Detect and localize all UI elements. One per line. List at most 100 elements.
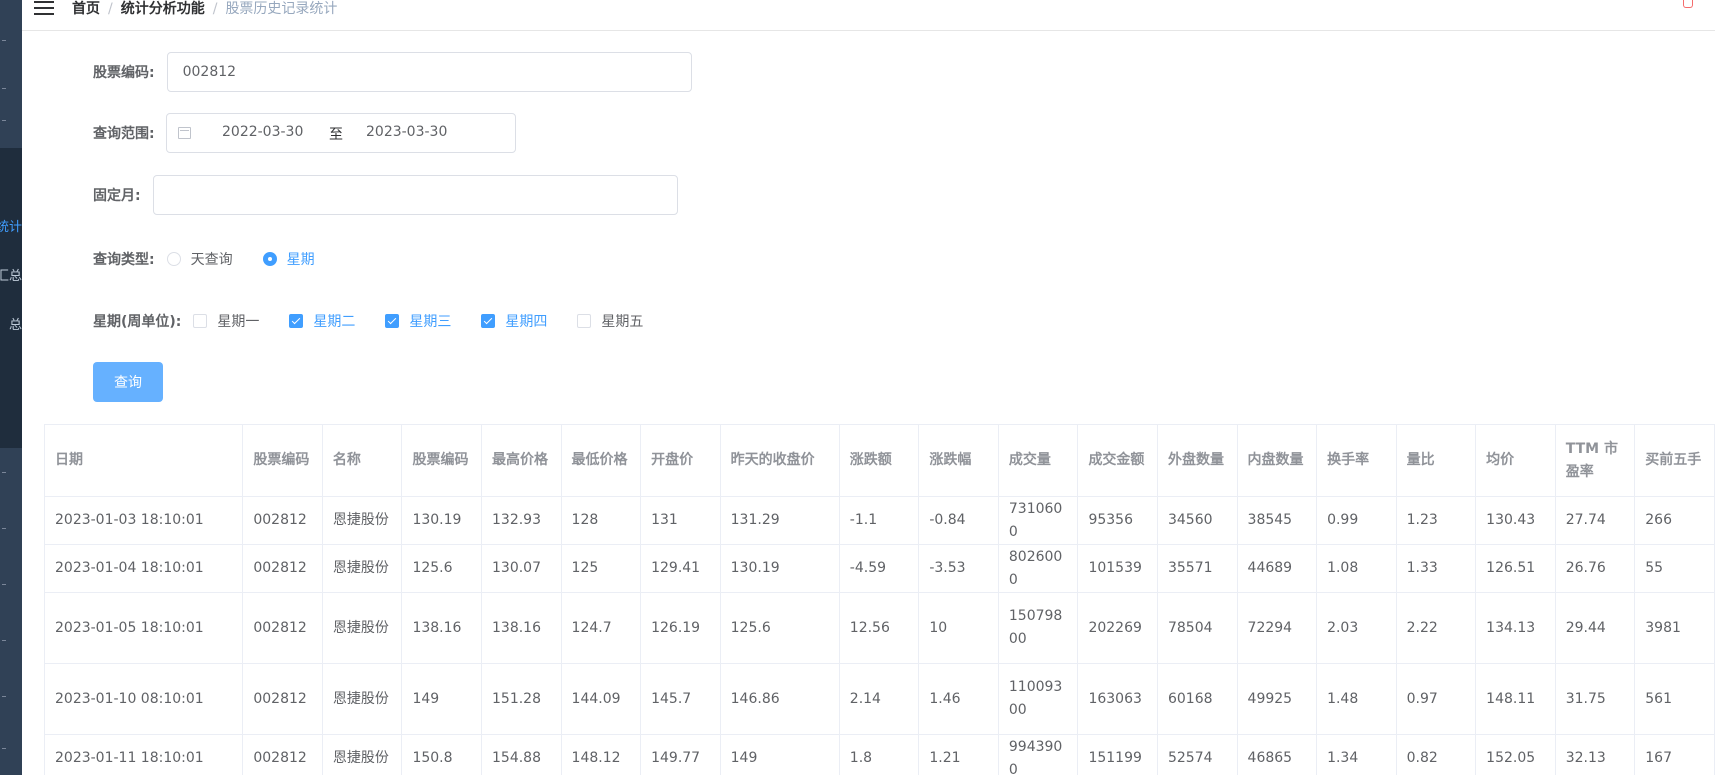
column-header[interactable]: 最低价格 bbox=[560, 424, 642, 497]
calendar-icon bbox=[178, 127, 191, 139]
table-cell: 0.97 bbox=[1395, 663, 1477, 735]
table-cell: 0.99 bbox=[1316, 496, 1397, 545]
column-header[interactable]: 最高价格 bbox=[481, 424, 562, 497]
column-header[interactable]: 均价 bbox=[1475, 424, 1556, 497]
table-cell: 恩捷股份 bbox=[321, 734, 403, 775]
range-start-input[interactable]: 2022-03-30 bbox=[222, 124, 303, 140]
sidebar-icon[interactable] bbox=[2, 472, 6, 473]
sidebar-item-stats[interactable]: 统计 bbox=[0, 216, 22, 234]
sidebar-icon[interactable] bbox=[2, 748, 6, 749]
column-header[interactable]: 昨天的收盘价 bbox=[719, 424, 840, 497]
column-header[interactable]: TTM 市盈率 bbox=[1554, 424, 1636, 497]
sidebar-icon[interactable] bbox=[2, 640, 6, 641]
sidebar-item-summary[interactable]: 汇总 bbox=[0, 265, 22, 283]
range-label: 查询范围: bbox=[93, 126, 155, 142]
table-cell: 149 bbox=[719, 734, 840, 775]
table-cell: 78504 bbox=[1156, 592, 1238, 664]
table-cell: 2.14 bbox=[838, 663, 920, 735]
column-header[interactable]: 量比 bbox=[1395, 424, 1477, 497]
table-cell: -1.1 bbox=[838, 496, 920, 545]
sidebar-icon[interactable] bbox=[2, 528, 6, 529]
table-row[interactable]: 2023-01-04 18:10:01 002812 恩捷股份 125.6 130.07… bbox=[43, 544, 1715, 593]
table-cell: 49925 bbox=[1236, 663, 1318, 735]
sidebar-icon[interactable] bbox=[2, 40, 6, 41]
range-end-input[interactable]: 2023-03-30 bbox=[366, 124, 447, 140]
column-header[interactable]: 名称 bbox=[321, 424, 403, 497]
radio-week-query[interactable]: 星期 bbox=[262, 249, 315, 269]
table-cell: 131 bbox=[640, 496, 721, 545]
table-cell: 46865 bbox=[1236, 734, 1318, 775]
fixed-month-input[interactable] bbox=[152, 175, 678, 215]
stock-history-table: 日期 股票编码 名称 股票编码 最高价格 最低价格 开盘价 昨天的收盘价 涨跌额… bbox=[43, 424, 1715, 775]
table-cell: 1.46 bbox=[918, 663, 999, 735]
table-cell: 26.76 bbox=[1554, 544, 1636, 593]
table-cell: 12.56 bbox=[838, 592, 920, 664]
table-row[interactable]: 2023-01-10 08:10:01 002812 恩捷股份 149 151.28 14… bbox=[43, 663, 1715, 735]
table-cell: 27.74 bbox=[1554, 496, 1636, 545]
table-row[interactable]: 2023-01-05 18:10:01 002812 恩捷股份 138.16 138.1… bbox=[43, 592, 1715, 664]
table-cell: 128 bbox=[560, 496, 642, 545]
checkbox-label: 星期三 bbox=[409, 314, 452, 330]
table-cell: 1.08 bbox=[1316, 544, 1397, 593]
column-header[interactable]: 成交金额 bbox=[1077, 424, 1158, 497]
sidebar-icon[interactable] bbox=[2, 696, 6, 697]
column-header[interactable]: 外盘数量 bbox=[1156, 424, 1238, 497]
table-cell: 154.88 bbox=[481, 734, 562, 775]
table-cell: 1.33 bbox=[1395, 544, 1477, 593]
column-header[interactable]: 买前五手 bbox=[1634, 424, 1715, 497]
radio-day-query[interactable]: 天查询 bbox=[166, 249, 233, 269]
column-header[interactable]: 内盘数量 bbox=[1236, 424, 1318, 497]
column-header[interactable]: 股票编码 bbox=[401, 424, 482, 497]
column-header[interactable]: 日期 bbox=[43, 424, 244, 497]
table-cell: 130.19 bbox=[719, 544, 840, 593]
column-header[interactable]: 股票编码 bbox=[242, 424, 323, 497]
sidebar-icon[interactable] bbox=[2, 584, 6, 585]
checkbox-friday[interactable]: 星期五 bbox=[577, 311, 643, 331]
table-cell: 124.7 bbox=[560, 592, 642, 664]
column-header[interactable]: 开盘价 bbox=[640, 424, 721, 497]
table-cell: 144.09 bbox=[560, 663, 642, 735]
breadcrumb-home[interactable]: 首页 bbox=[72, 1, 100, 17]
table-cell: 002812 bbox=[242, 663, 323, 735]
table-cell: 125 bbox=[560, 544, 642, 593]
stock-code-input[interactable]: 002812 bbox=[166, 52, 692, 92]
table-cell: -4.59 bbox=[838, 544, 920, 593]
query-button[interactable]: 查询 bbox=[93, 362, 163, 402]
breadcrumb: 首页 / 统计分析功能 / 股票历史记录统计 bbox=[72, 1, 338, 17]
sidebar-item-total[interactable]: 总 bbox=[0, 314, 22, 332]
table-cell: -3.53 bbox=[918, 544, 999, 593]
weekday-group: 星期一 星期二 星期三 星期四 星期五 bbox=[193, 311, 673, 331]
table-cell: 145.7 bbox=[640, 663, 721, 735]
query-type-row: 查询类型: 天查询 星期 bbox=[93, 249, 345, 269]
sidebar-submenu bbox=[0, 148, 22, 448]
table-cell: 10 bbox=[918, 592, 999, 664]
column-header[interactable]: 涨跌幅 bbox=[918, 424, 999, 497]
navbar: 首页 / 统计分析功能 / 股票历史记录统计 bbox=[22, 0, 1715, 31]
column-header[interactable]: 换手率 bbox=[1316, 424, 1397, 497]
sidebar-icon[interactable] bbox=[2, 120, 6, 121]
radio-circle bbox=[262, 252, 277, 266]
table-cell: 2.22 bbox=[1395, 592, 1477, 664]
notification-icon[interactable] bbox=[1683, 0, 1693, 8]
table-cell: 151.28 bbox=[481, 663, 562, 735]
checkbox-thursday[interactable]: 星期四 bbox=[481, 311, 547, 331]
table-row[interactable]: 2023-01-11 18:10:01 002812 恩捷股份 150.8 154.88… bbox=[43, 734, 1715, 775]
sidebar-icon[interactable] bbox=[2, 88, 6, 89]
table-cell: 2023-01-10 08:10:01 bbox=[43, 663, 244, 735]
column-header[interactable]: 成交量 bbox=[997, 424, 1079, 497]
table-cell: 29.44 bbox=[1554, 592, 1636, 664]
table-cell: 167 bbox=[1634, 734, 1715, 775]
checkbox-wednesday[interactable]: 星期三 bbox=[385, 311, 451, 331]
date-range-picker[interactable]: 2022-03-30 至 2023-03-30 bbox=[166, 113, 516, 153]
hamburger-menu-icon[interactable] bbox=[34, 1, 54, 15]
weekday-label: 星期(周单位): bbox=[93, 314, 182, 330]
table-row[interactable]: 2023-01-03 18:10:01 002812 恩捷股份 130.19 132.9… bbox=[43, 496, 1715, 545]
table-cell: 7310600 bbox=[997, 496, 1079, 545]
table-cell: 恩捷股份 bbox=[321, 663, 403, 735]
table-cell: 1.34 bbox=[1316, 734, 1397, 775]
sidebar: 统计 汇总 总 bbox=[0, 0, 22, 775]
checkbox-tuesday[interactable]: 星期二 bbox=[289, 311, 355, 331]
checkbox-monday[interactable]: 星期一 bbox=[193, 311, 259, 331]
table-cell: 恩捷股份 bbox=[321, 496, 403, 545]
column-header[interactable]: 涨跌额 bbox=[838, 424, 920, 497]
